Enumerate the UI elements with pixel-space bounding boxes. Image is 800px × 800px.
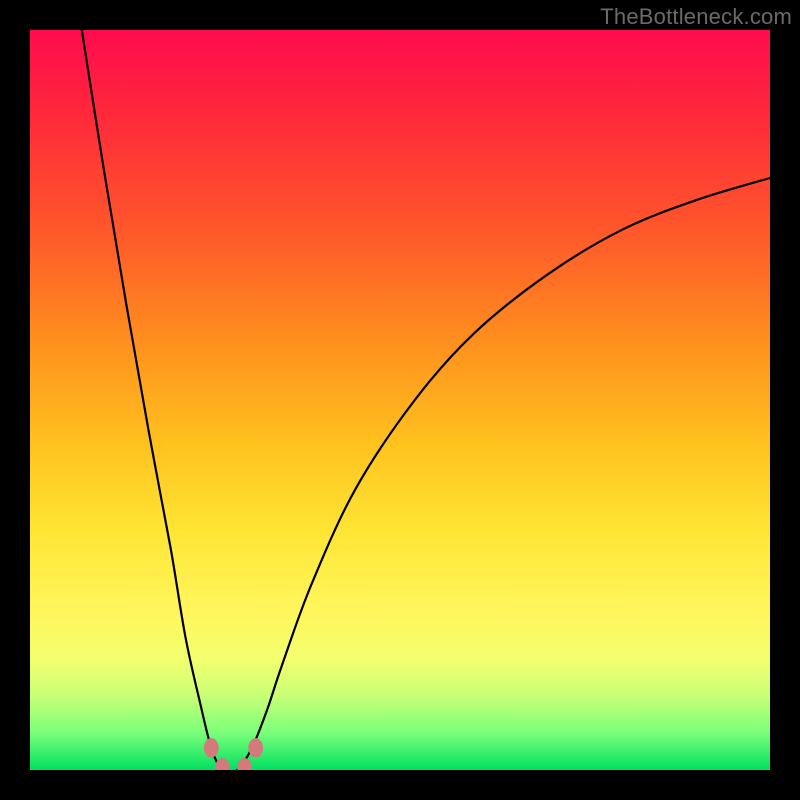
- chart-marker: [248, 738, 263, 757]
- chart-marker: [204, 738, 219, 757]
- chart-markers: [204, 738, 263, 770]
- chart-marker: [237, 758, 252, 770]
- chart-frame: [30, 30, 770, 770]
- chart-svg: [30, 30, 770, 770]
- bottleneck-curve: [82, 30, 770, 770]
- watermark-text: TheBottleneck.com: [600, 4, 792, 30]
- chart-marker: [215, 758, 230, 770]
